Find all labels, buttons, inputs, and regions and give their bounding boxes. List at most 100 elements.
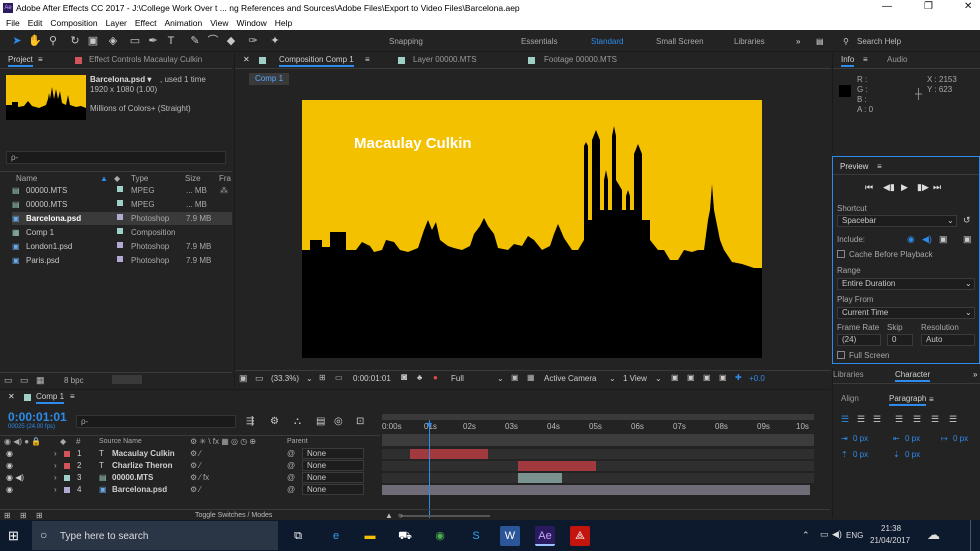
clock-time[interactable]: 21:38 — [881, 524, 901, 533]
exposure-value[interactable]: +0.0 — [749, 374, 765, 383]
store-icon[interactable]: ⛟ — [395, 526, 415, 546]
action-center-icon[interactable]: ☁ — [927, 527, 940, 543]
tab-layer[interactable]: Layer 00000.MTS — [413, 53, 477, 67]
col-frame[interactable]: Fra — [219, 174, 231, 183]
grid-icon[interactable]: ⊞ — [319, 373, 326, 382]
minimize-button[interactable]: — — [882, 1, 892, 12]
character-more-icon[interactable]: » — [973, 368, 977, 382]
camera-tool-icon[interactable]: ▣ — [86, 34, 100, 48]
layer-name[interactable]: Charlize Theron — [112, 461, 172, 470]
workspace-small-screen[interactable]: Small Screen — [656, 37, 704, 46]
display-icon[interactable]: ▭ — [255, 373, 264, 384]
selected-item-name[interactable]: Barcelona.psd ▾ — [90, 75, 151, 84]
play-from-dropdown[interactable]: Current Time — [837, 307, 975, 319]
skip-dropdown[interactable]: 0 — [887, 334, 913, 346]
layer-row[interactable]: ◉ › 2 T Charlize Theron ⚙ ⁄ @ None — [0, 460, 380, 472]
show-desktop-button[interactable] — [970, 520, 980, 551]
menu-window[interactable]: Window — [237, 18, 267, 28]
first-frame-icon[interactable]: ⏮ — [865, 182, 873, 193]
tab-character[interactable]: Character — [895, 368, 931, 382]
parent-dropdown[interactable]: None — [302, 472, 364, 483]
cache-checkbox[interactable] — [837, 250, 845, 258]
exposure-icon[interactable]: ✚ — [735, 373, 742, 382]
preview-menu-icon[interactable]: ≡ — [877, 162, 882, 171]
zoom-tool-icon[interactable]: ⚲ — [46, 34, 60, 48]
windows-start-icon[interactable]: ⊞ — [8, 528, 19, 544]
shy-layers-icon[interactable]: ⛬ — [294, 416, 301, 427]
reset-icon[interactable]: ↺ — [963, 215, 971, 226]
playhead[interactable] — [429, 420, 430, 518]
toggle-switches-modes[interactable]: Toggle Switches / Modes — [195, 512, 272, 519]
range-chevron-icon[interactable]: ⌄ — [965, 279, 972, 288]
justify-left-icon[interactable]: ☰ — [895, 414, 903, 425]
new-folder-icon[interactable]: ▭ — [20, 375, 29, 386]
align-left-icon[interactable]: ☰ — [841, 414, 849, 425]
layer-switches[interactable]: ⚙ ⁄ fx — [190, 473, 209, 482]
info-menu-icon[interactable]: ≡ — [863, 53, 868, 67]
tab-composition[interactable]: Composition Comp 1 — [279, 53, 354, 67]
last-frame-icon[interactable]: ⏭ — [933, 182, 941, 193]
motion-blur-icon[interactable]: ◎ — [334, 416, 343, 427]
timeline-current-time[interactable]: 0:00:01:01 — [8, 410, 67, 424]
layer-row[interactable]: ◉ ◀) › 3 ▤ 00000.MTS ⚙ ⁄ fx @ None — [0, 472, 380, 484]
layer-switches[interactable]: ⚙ ⁄ — [190, 449, 201, 458]
zoom-out-mountain-icon[interactable]: ▲ — [385, 511, 393, 520]
menu-help[interactable]: Help — [275, 18, 292, 28]
word-icon[interactable]: W — [500, 526, 520, 546]
visibility-eye-icon[interactable]: ◉ ◀) — [6, 473, 24, 482]
zoom-chevron-icon[interactable]: ⌄ — [306, 374, 313, 383]
paragraph-menu-icon[interactable]: ≡ — [929, 395, 934, 404]
visibility-eye-icon[interactable]: ◉ — [6, 449, 13, 458]
col-type[interactable]: Type — [131, 174, 148, 183]
layer-bar-charlize[interactable] — [518, 461, 596, 471]
zoom-slider-handle-icon[interactable]: ○ — [398, 511, 403, 520]
new-comp-icon[interactable]: ▦ — [36, 375, 45, 386]
fast-previews-icon[interactable]: ▣ — [687, 373, 695, 382]
menu-edit[interactable]: Edit — [28, 18, 43, 28]
brush-tool-icon[interactable]: ✎ — [188, 34, 202, 48]
menu-layer[interactable]: Layer — [106, 18, 127, 28]
tab-audio[interactable]: Audio — [887, 53, 907, 67]
workspace-libraries[interactable]: Libraries — [734, 37, 765, 46]
parent-dropdown[interactable]: None — [302, 460, 364, 471]
layer-switches[interactable]: ⚙ ⁄ — [190, 461, 201, 470]
workspace-essentials[interactable]: Essentials — [521, 37, 557, 46]
justify-all-icon[interactable]: ☰ — [949, 414, 957, 425]
magnification-dropdown[interactable]: (33.3%) — [271, 374, 299, 383]
indent-first-value[interactable]: 0 px — [953, 434, 968, 443]
project-item[interactable]: ▣ London1.psd Photoshop 7.9 MB — [12, 240, 232, 253]
comp-menu-icon[interactable]: ≡ — [365, 53, 370, 67]
project-scrollbar[interactable] — [112, 375, 142, 384]
roto-brush-tool-icon[interactable]: ✑ — [246, 34, 260, 48]
flowchart-icon[interactable]: ▣ — [719, 373, 727, 382]
close-timeline-tab-icon[interactable]: ✕ — [8, 390, 15, 404]
expand-modes-icon[interactable]: ⊞ — [20, 511, 27, 520]
play-from-chevron-icon[interactable]: ⌄ — [965, 308, 972, 317]
expand-layer-icon[interactable]: › — [54, 473, 57, 482]
chrome-icon[interactable]: ◉ — [430, 526, 450, 546]
next-frame-icon[interactable]: ▮▶ — [917, 182, 929, 193]
include-video-icon[interactable]: ◉ — [907, 234, 915, 245]
visibility-eye-icon[interactable]: ◉ — [6, 485, 13, 494]
parent-dropdown[interactable]: None — [302, 484, 364, 495]
clock-date[interactable]: 21/04/2017 — [870, 536, 910, 545]
tab-footage[interactable]: Footage 00000.MTS — [544, 53, 617, 67]
expand-layer-switches-icon[interactable]: ⊞ — [4, 511, 11, 520]
project-search-input[interactable]: ρ- — [6, 151, 226, 164]
pick-whip-icon[interactable]: @ — [287, 461, 295, 470]
range-dropdown[interactable]: Entire Duration — [837, 278, 975, 290]
toggle-pixel-aspect-icon[interactable]: ▣ — [671, 373, 679, 382]
shortcut-dropdown[interactable]: Spacebar — [837, 215, 957, 227]
resolution-dropdown[interactable]: Auto — [921, 334, 975, 346]
pick-whip-icon[interactable]: @ — [287, 449, 295, 458]
clone-stamp-tool-icon[interactable]: ⌒ — [206, 34, 220, 48]
fullscreen-checkbox[interactable] — [837, 351, 845, 359]
eraser-tool-icon[interactable]: ◆ — [224, 34, 238, 48]
menu-animation[interactable]: Animation — [164, 18, 202, 28]
tab-libraries[interactable]: Libraries — [833, 368, 864, 382]
project-item[interactable]: ▤ 00000.MTS MPEG ... MB — [12, 198, 232, 211]
mask-visibility-icon[interactable]: ▭ — [335, 373, 343, 382]
project-item-selected[interactable]: ▣ Barcelona.psd Photoshop 7.9 MB — [12, 212, 232, 225]
comp-mini-flowchart-icon[interactable]: ⇶ — [246, 416, 254, 427]
menu-file[interactable]: File — [6, 18, 20, 28]
